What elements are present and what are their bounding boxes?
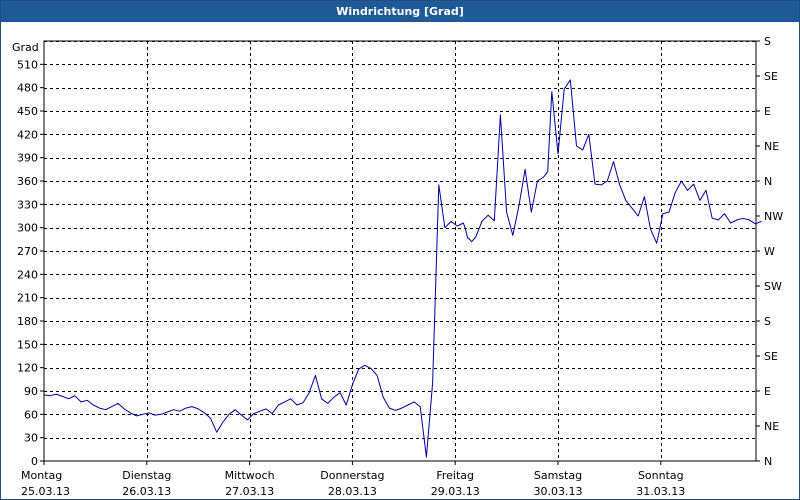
y2-tick-label: NE [764,420,779,433]
y2-axis-compass: N NE E SE S SW W NW N NE E SE S [756,35,783,468]
x-tick-label-day: Mittwoch [225,469,275,482]
y2-tick-label: E [764,385,771,398]
grid-lines [44,41,756,461]
x-tick-label-date: 28.03.13 [328,485,377,498]
y2-tick-label: SW [764,280,782,293]
wind-direction-chart: 0 30 60 90 120 150 180 210 240 270 300 330 360 390 420… [12,35,783,498]
series-layer [43,79,762,458]
y-tick-label: 180 [17,315,38,328]
y-tick-label: 120 [17,362,38,375]
x-tick-label-date: 30.03.13 [534,485,583,498]
y-tick-label: 330 [17,198,38,211]
y-axis: 0 30 60 90 120 150 180 210 240 270 300 330 360 390 420… [17,58,44,468]
y-tick-label: 150 [17,338,38,351]
x-tick-label-date: 25.03.13 [21,485,70,498]
y-tick-label: 0 [31,455,38,468]
y2-tick-label: S [764,315,771,328]
y2-tick-label: N [764,175,772,188]
x-tick-label-day: Dienstag [122,469,171,482]
x-tick-label-date: 29.03.13 [431,485,480,498]
x-tick-label-day: Freitag [436,469,474,482]
y2-tick-label: SE [764,70,778,83]
x-tick-label-date: 26.03.13 [122,485,171,498]
y2-tick-label: SE [764,350,778,363]
y-tick-label: 390 [17,152,38,165]
x-tick-label-date: 27.03.13 [225,485,274,498]
y-tick-label: 90 [24,385,38,398]
y-tick-label: 270 [17,245,38,258]
y-tick-label: 510 [17,58,38,71]
x-tick-label-day: Donnerstag [320,469,384,482]
y-tick-label: 300 [17,222,38,235]
y2-tick-label: W [764,245,775,258]
y2-tick-label: N [764,455,772,468]
y-tick-label: 480 [17,82,38,95]
y-tick-label: 360 [17,175,38,188]
y2-tick-label: NW [764,210,783,223]
x-tick-label-day: Montag [21,469,62,482]
y2-tick-label: NE [764,140,779,153]
y-tick-label: 420 [17,128,38,141]
y-tick-label: 30 [24,432,38,445]
y-tick-label: 240 [17,268,38,281]
x-tick-label-date: 31.03.13 [636,485,685,498]
y-tick-label: 210 [17,292,38,305]
chart-window: Windrichtung [Grad] 0 30 60 90 120 150 180 210 2… [0,0,800,500]
y-tick-label: 450 [17,105,38,118]
y-axis-label: Grad [12,41,39,54]
y-tick-label: 60 [24,408,38,421]
y2-tick-label: S [764,35,771,48]
x-tick-label-day: Samstag [534,469,582,482]
x-tick-label-day: Sonntag [638,469,684,482]
y2-tick-label: E [764,105,771,118]
x-axis: Montag 25.03.13 Dienstag 26.03.13 Mittwoch 27… [21,461,685,498]
series-line-windrichtung [43,79,762,458]
